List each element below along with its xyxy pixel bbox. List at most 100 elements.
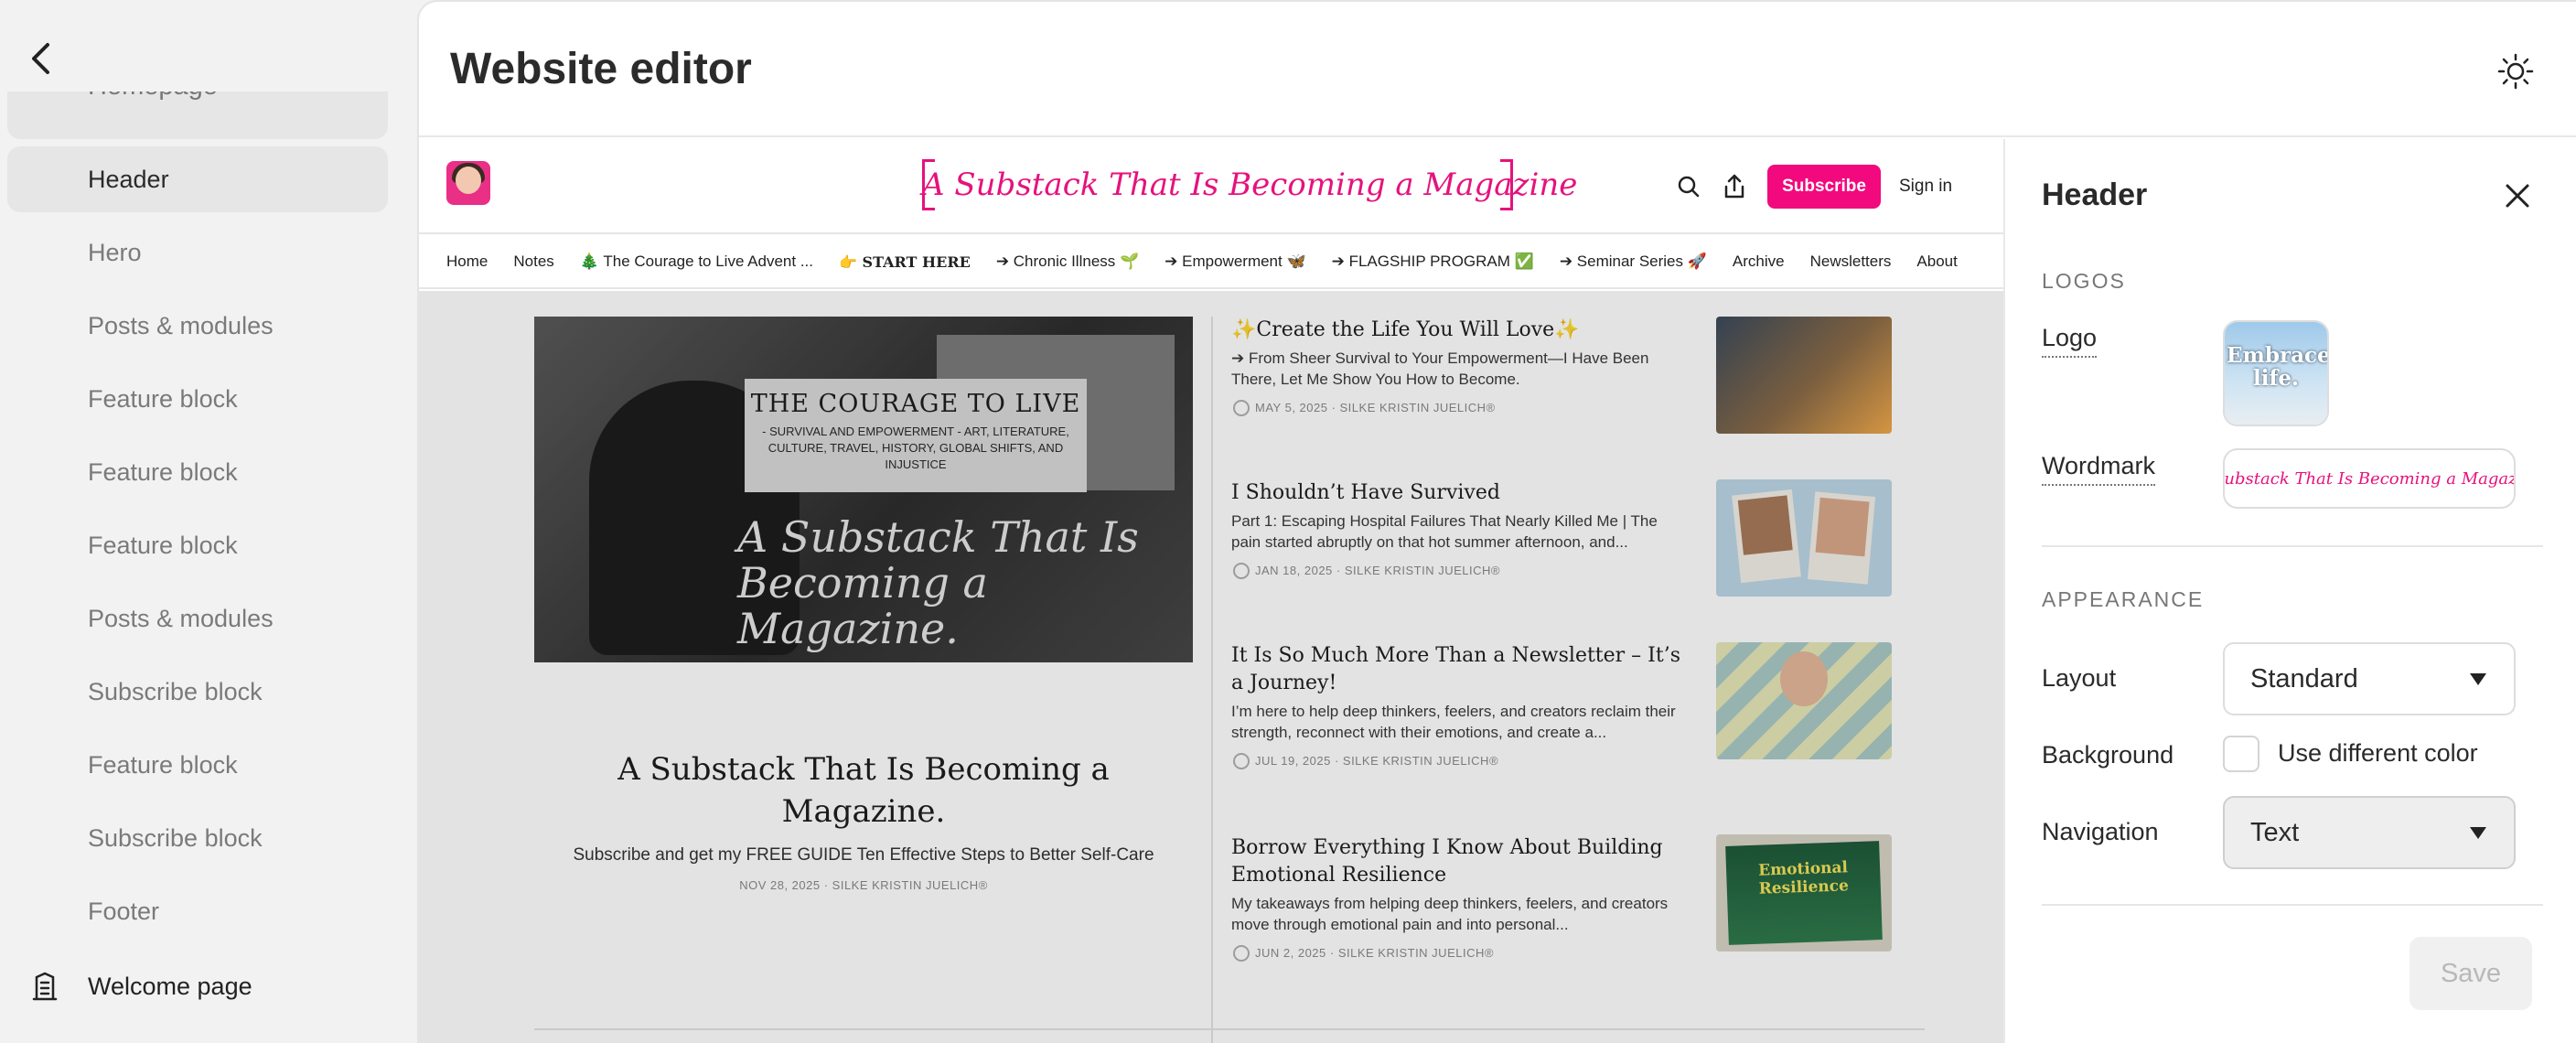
sidebar-item-feature-block[interactable]: Feature block	[7, 439, 388, 505]
editor-topbar: Website editor	[419, 2, 2576, 137]
close-icon[interactable]	[2499, 177, 2536, 214]
sidebar-section-list: Header Hero Posts & modules Feature bloc…	[7, 146, 388, 952]
sidebar-item-posts-modules[interactable]: Posts & modules	[7, 293, 388, 359]
section-divider	[534, 1028, 1925, 1030]
post-meta: JUN 2, 2025 · SILKE KRISTIN JUELICH®	[1231, 945, 1494, 962]
post-meta: JUL 19, 2025 · SILKE KRISTIN JUELICH®	[1231, 753, 1498, 769]
publication-logo[interactable]	[446, 161, 490, 205]
hero-image[interactable]: THE COURAGE TO LIVE - SURVIVAL AND EMPOW…	[534, 317, 1193, 662]
wordmark-text: A Substack That Is Becoming a Magazine	[922, 167, 1578, 203]
hero-image-script: A Substack That Is Becoming a Magazine.	[737, 512, 1139, 653]
sidebar-item-homepage[interactable]: Homepage	[7, 91, 388, 139]
post-thumbnail	[1716, 479, 1892, 597]
save-button[interactable]: Save	[2410, 937, 2532, 1010]
layout-label: Layout	[2042, 664, 2117, 692]
nav-item[interactable]: ➔ FLAGSHIP PROGRAM ✅	[1332, 253, 1534, 271]
thumb-photo-1	[1732, 489, 1801, 584]
wordmark-upload[interactable]: A Substack That Is Becoming a Magazine	[2223, 448, 2516, 509]
panel-title: Header	[2042, 177, 2148, 212]
sidebar-item-posts-modules[interactable]: Posts & modules	[7, 586, 388, 651]
post-meta: MAY 5, 2025 · SILKE KRISTIN JUELICH®	[1231, 400, 1496, 416]
nav-item[interactable]: Archive	[1733, 253, 1785, 271]
nav-item[interactable]: Home	[446, 253, 488, 271]
sidebar-item-footer[interactable]: Footer	[7, 878, 388, 944]
hero-card-subtitle: - SURVIVAL AND EMPOWERMENT - ART, LITERA…	[762, 425, 1069, 471]
thumb-photo-1-image	[1737, 495, 1793, 555]
post-thumbnail	[1716, 642, 1892, 759]
chevron-down-icon	[2470, 673, 2486, 685]
preview-content: THE COURAGE TO LIVE - SURVIVAL AND EMPOW…	[419, 291, 2003, 1043]
sidebar-item-subscribe-block[interactable]: Subscribe block	[7, 805, 388, 871]
layout-select-value: Standard	[2250, 663, 2358, 694]
sidebar-item-label: Footer	[88, 897, 160, 925]
post-title: ✨Create the Life You Will Love✨	[1231, 318, 1580, 341]
post-description: I’m here to help deep thinkers, feelers,…	[1231, 703, 1676, 741]
post-item[interactable]: I Shouldn’t Have Survived Part 1: Escapi…	[1231, 479, 1927, 644]
background-checkbox-label[interactable]: Use different color	[2278, 739, 2478, 768]
hero-card-title: THE COURAGE TO LIVE	[750, 390, 1081, 418]
preview-signin-link[interactable]: Sign in	[1899, 165, 1952, 209]
sidebar-item-subscribe-block[interactable]: Subscribe block	[7, 659, 388, 725]
sidebar-item-feature-block[interactable]: Feature block	[7, 366, 388, 432]
logo-image-text: Embrace life.	[2227, 343, 2329, 391]
divider	[2042, 904, 2543, 906]
thumb-photo-2	[1807, 491, 1876, 585]
sidebar-item-label: Feature block	[88, 384, 238, 413]
logo-label[interactable]: Logo	[2042, 324, 2098, 358]
nav-item[interactable]: 🎄 The Courage to Live Advent ...	[580, 253, 813, 271]
wordmark-label[interactable]: Wordmark	[2042, 452, 2156, 486]
nav-item[interactable]: ➔ Chronic Illness 🌱	[996, 253, 1139, 271]
post-description: My takeaways from helping deep thinkers,…	[1231, 895, 1669, 933]
hero-title[interactable]: A Substack That Is Becoming a Magazine.	[534, 748, 1193, 833]
post-meta: JAN 18, 2025 · SILKE KRISTIN JUELICH®	[1231, 563, 1500, 579]
section-heading-appearance: APPEARANCE	[2042, 587, 2205, 611]
page-title: Website editor	[450, 45, 752, 93]
sidebar-item-feature-block[interactable]: Feature block	[7, 512, 388, 578]
hero-meta: NOV 28, 2025 · SILKE KRISTIN JUELICH®	[739, 878, 988, 892]
nav-item[interactable]: About	[1916, 253, 1957, 271]
hero-image-card: THE COURAGE TO LIVE - SURVIVAL AND EMPOW…	[745, 379, 1087, 492]
hero-subtitle: Subscribe and get my FREE GUIDE Ten Effe…	[573, 845, 1154, 865]
logo-upload[interactable]: Embrace life.	[2223, 320, 2329, 426]
sidebar-item-feature-block[interactable]: Feature block	[7, 732, 388, 798]
publication-wordmark[interactable]: A Substack That Is Becoming a Magazine	[922, 159, 1577, 210]
nav-item[interactable]: Notes	[513, 253, 553, 271]
sidebar-item-header[interactable]: Header	[7, 146, 388, 212]
hero-text: A Substack That Is Becoming a Magazine. …	[534, 748, 1193, 892]
back-button[interactable]	[22, 40, 59, 77]
avatar-face	[456, 167, 481, 194]
post-title: Borrow Everything I Know About Building …	[1231, 836, 1663, 887]
column-divider	[1211, 317, 1213, 1043]
post-item[interactable]: ✨Create the Life You Will Love✨ ➔ From S…	[1231, 317, 1927, 481]
nav-item[interactable]: Newsletters	[1810, 253, 1892, 271]
sidebar-item-label: Feature block	[88, 457, 238, 486]
header-settings-panel: Header LOGOS Logo Embrace life. Wordmark…	[2003, 139, 2576, 1043]
layout-select[interactable]: Standard	[2223, 642, 2516, 715]
navigation-select[interactable]: Text	[2223, 796, 2516, 869]
wordmark-bracket-left	[922, 159, 935, 210]
sidebar-item-label: Posts & modules	[88, 311, 274, 339]
sidebar-item-hero[interactable]: Hero	[7, 220, 388, 285]
search-icon[interactable]	[1674, 172, 1703, 201]
sun-icon[interactable]	[2497, 53, 2534, 90]
preview-subscribe-button[interactable]: Subscribe	[1767, 165, 1881, 209]
sidebar-item-label: Feature block	[88, 750, 238, 779]
post-description: Part 1: Escaping Hospital Failures That …	[1231, 512, 1658, 551]
background-color-checkbox[interactable]	[2223, 736, 2259, 772]
nav-item[interactable]: ➔ Empowerment 🦋	[1165, 253, 1305, 271]
section-heading-logos: LOGOS	[2042, 269, 2126, 293]
post-title: It Is So Much More Than a Newsletter – I…	[1231, 644, 1680, 694]
nav-item[interactable]: 👉 START HERE	[839, 253, 971, 271]
post-title: I Shouldn’t Have Survived	[1231, 481, 1500, 504]
post-item[interactable]: It Is So Much More Than a Newsletter – I…	[1231, 642, 1927, 807]
post-item[interactable]: Borrow Everything I Know About Building …	[1231, 834, 1927, 999]
editor-main: Website editor A Substack That Is Becomi…	[417, 0, 2576, 1043]
post-description: ➔ From Sheer Survival to Your Empowermen…	[1231, 349, 1649, 388]
sidebar-item-label: Header	[88, 165, 169, 193]
nav-item[interactable]: ➔ Seminar Series 🚀	[1560, 253, 1707, 271]
navigation-label: Navigation	[2042, 818, 2159, 845]
post-thumbnail: Emotional Resilience	[1716, 834, 1892, 952]
sidebar-item-welcome-page[interactable]: Welcome page	[7, 953, 388, 1019]
share-icon[interactable]	[1720, 172, 1749, 201]
sidebar-item-label: Subscribe block	[88, 823, 263, 852]
